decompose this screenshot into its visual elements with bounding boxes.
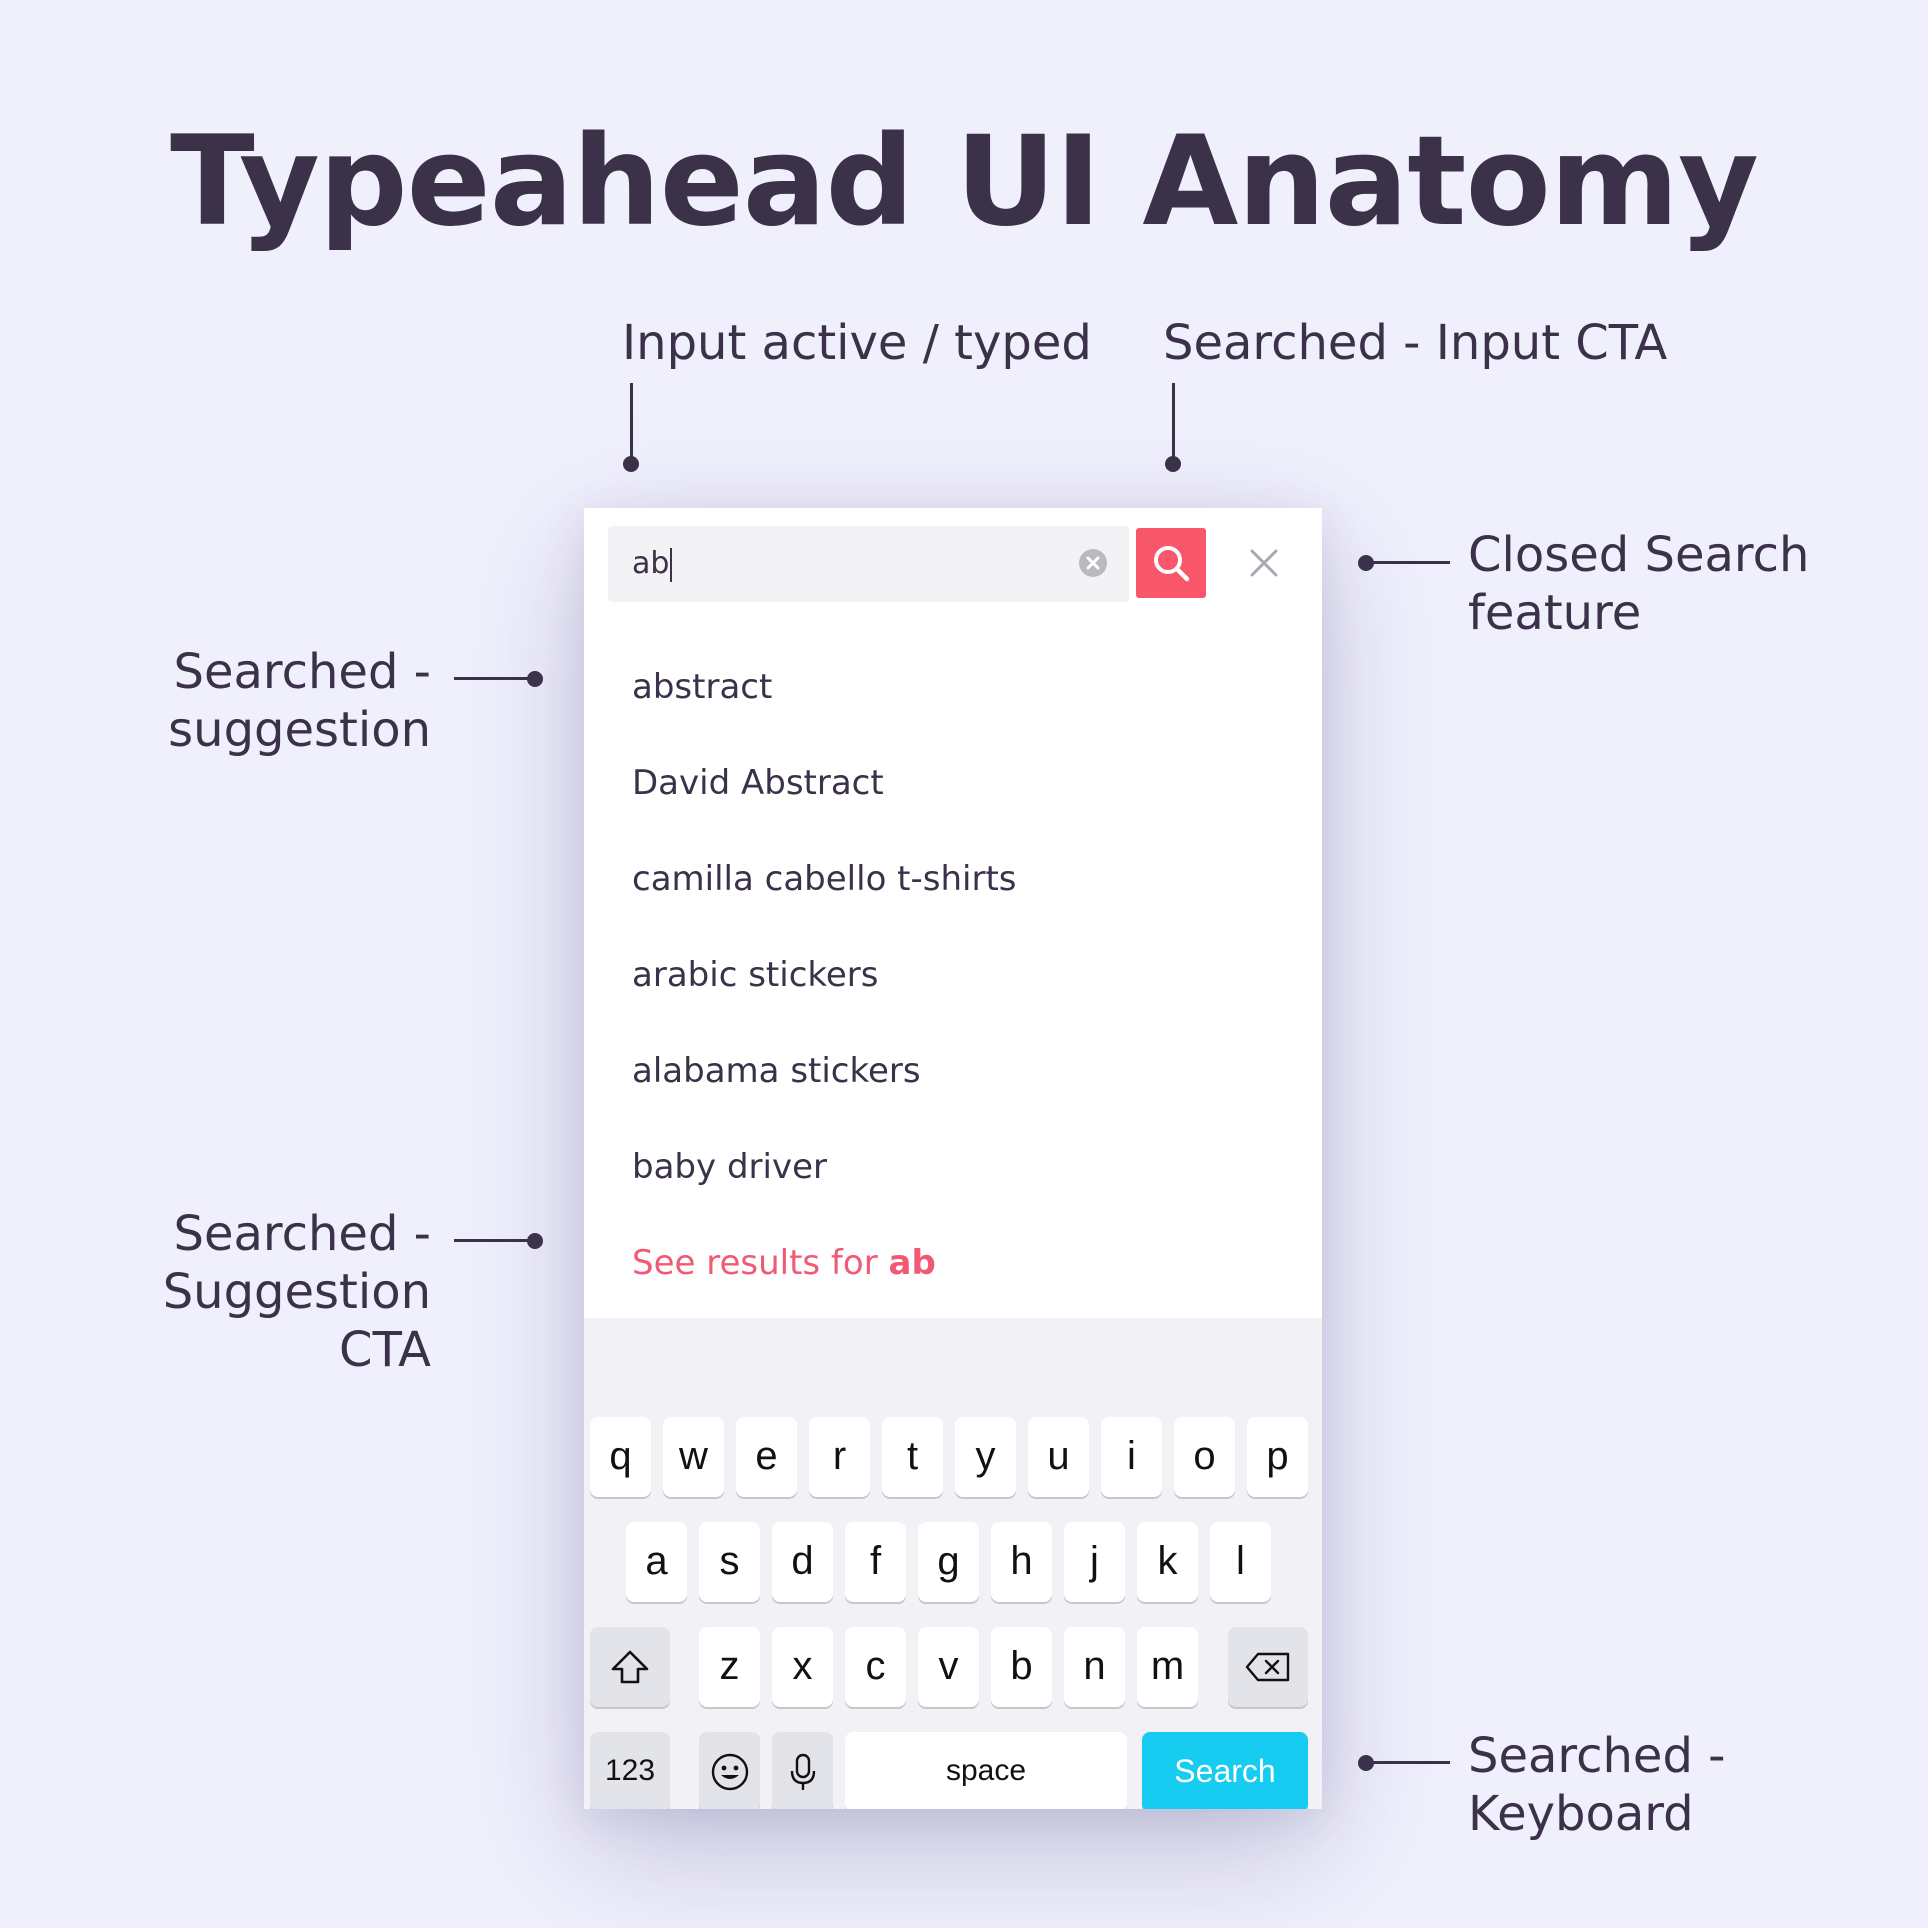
key-s[interactable]: s [699,1522,760,1602]
see-results-link[interactable]: See results for ab [632,1241,936,1285]
close-icon [1250,549,1278,577]
annotation-input-active: Input active / typed [622,315,1092,371]
annotation-input-cta: Searched - Input CTA [1163,315,1668,371]
search-submit-button[interactable] [1136,528,1206,598]
key-c[interactable]: c [845,1627,906,1707]
key-x[interactable]: x [772,1627,833,1707]
page-title: Typeahead UI Anatomy [170,110,1759,254]
suggestion-item[interactable]: alabama stickers [632,1049,921,1093]
key-e[interactable]: e [736,1417,797,1497]
key-o[interactable]: o [1174,1417,1235,1497]
suggestion-item[interactable]: abstract [632,665,772,709]
suggestion-item[interactable]: baby driver [632,1145,827,1189]
key-v[interactable]: v [918,1627,979,1707]
search-input-value: ab [632,546,670,581]
annotation-dot [527,1233,543,1249]
key-p[interactable]: p [1247,1417,1308,1497]
key-g[interactable]: g [918,1522,979,1602]
annotation-dot [527,671,543,687]
keyboard-search-key[interactable]: Search [1142,1732,1308,1809]
key-d[interactable]: d [772,1522,833,1602]
key-t[interactable]: t [882,1417,943,1497]
key-q[interactable]: q [590,1417,651,1497]
suggestion-item[interactable]: camilla cabello t-shirts [632,857,1017,901]
keyboard: q w e r t y u i o p a s d f g h j k l z … [584,1318,1322,1809]
key-z[interactable]: z [699,1627,760,1707]
emoji-key[interactable] [699,1732,760,1809]
annotation-suggestion-cta: Searched - Suggestion CTA [162,1206,431,1378]
suggestion-item[interactable]: arabic stickers [632,953,878,997]
emoji-icon [711,1753,748,1791]
shift-arrow-icon [611,1650,649,1684]
key-a[interactable]: a [626,1522,687,1602]
annotation-suggestion: Searched - suggestion [168,644,431,758]
annotation-line [454,1239,534,1242]
key-m[interactable]: m [1137,1627,1198,1707]
annotation-line [1366,1761,1450,1764]
microphone-icon [790,1753,815,1790]
key-r[interactable]: r [809,1417,870,1497]
key-h[interactable]: h [991,1522,1052,1602]
clear-circle-icon[interactable] [1078,548,1108,578]
space-key[interactable]: space [845,1732,1127,1809]
key-i[interactable]: i [1101,1417,1162,1497]
suggestion-item[interactable]: David Abstract [632,761,884,805]
annotation-dot [1165,456,1181,472]
shift-key[interactable] [590,1627,670,1707]
close-search-button[interactable] [1244,543,1284,583]
annotation-keyboard: Searched - Keyboard [1468,1728,1726,1842]
search-icon [1154,546,1190,582]
typeahead-mockup: ab abstract David Abstract camilla cabel… [584,508,1322,1809]
annotation-line [630,383,633,463]
annotation-line [1172,383,1175,463]
key-l[interactable]: l [1210,1522,1271,1602]
key-n[interactable]: n [1064,1627,1125,1707]
backspace-icon [1245,1652,1290,1682]
annotation-closed-search: Closed Search feature [1468,527,1810,641]
key-u[interactable]: u [1028,1417,1089,1497]
annotation-line [1366,561,1450,564]
numbers-key[interactable]: 123 [590,1732,670,1809]
annotation-line [454,677,534,680]
key-j[interactable]: j [1064,1522,1125,1602]
key-y[interactable]: y [955,1417,1016,1497]
search-input[interactable]: ab [608,526,1129,602]
text-caret [670,547,673,582]
dictation-key[interactable] [772,1732,833,1809]
key-b[interactable]: b [991,1627,1052,1707]
backspace-key[interactable] [1228,1627,1308,1707]
key-f[interactable]: f [845,1522,906,1602]
key-k[interactable]: k [1137,1522,1198,1602]
annotation-dot [623,456,639,472]
key-w[interactable]: w [663,1417,724,1497]
